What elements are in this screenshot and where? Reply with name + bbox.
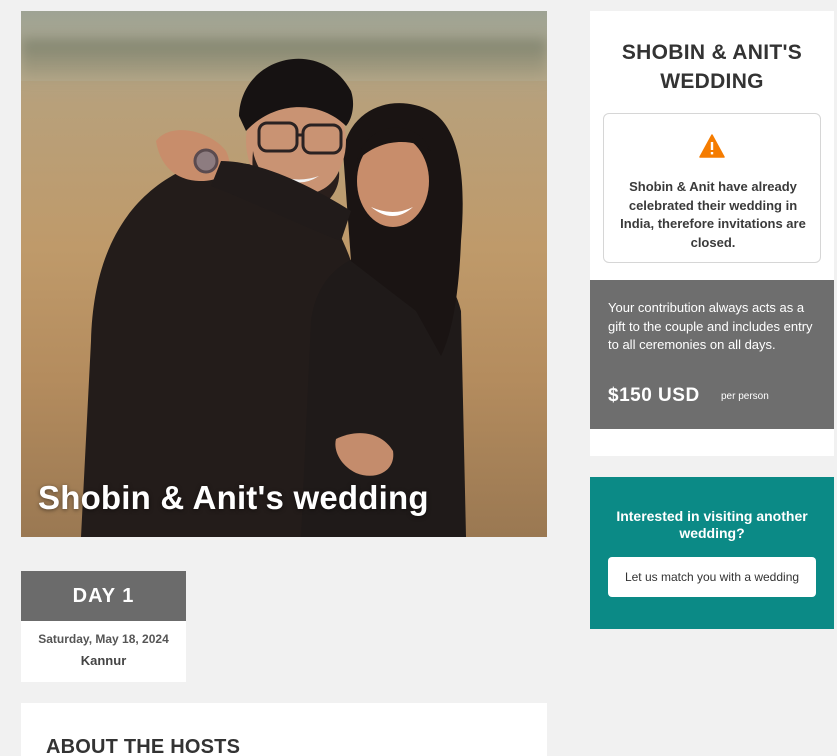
price-unit: per person (721, 391, 769, 402)
day-card: DAY 1 Saturday, May 18, 2024 Kannur (21, 571, 186, 682)
price-amount: $150 USD (608, 385, 700, 406)
match-heading: Interested in visiting another wedding? (616, 508, 808, 541)
match-me-button[interactable]: Let us match you with a wedding (608, 557, 816, 597)
day-location: Kannur (80, 653, 127, 668)
invitations-closed-notice: Shobin & Anit have already celebrated th… (603, 113, 821, 263)
notice-text: Shobin & Anit have already celebrated th… (620, 179, 806, 250)
couple-photo (81, 58, 466, 537)
warning-icon (699, 134, 725, 158)
about-hosts-section: ABOUT THE HOSTS (21, 703, 547, 756)
about-hosts-heading: ABOUT THE HOSTS (46, 736, 241, 756)
contribution-box: Your contribution always acts as a gift … (590, 280, 834, 429)
hero-caption: Shobin & Anit's wedding (38, 479, 429, 516)
contribution-text: Your contribution always acts as a gift … (608, 300, 813, 352)
day-label: DAY 1 (21, 571, 186, 621)
wedding-info-panel: SHOBIN & ANIT'S WEDDING Shobin & Anit ha… (590, 11, 834, 456)
match-wedding-box: Interested in visiting another wedding? … (590, 477, 834, 629)
day-date: Saturday, May 18, 2024 (38, 632, 169, 646)
hero-photo: Shobin & Anit's wedding (21, 11, 547, 537)
wedding-title: SHOBIN & ANIT'S WEDDING (621, 41, 803, 93)
